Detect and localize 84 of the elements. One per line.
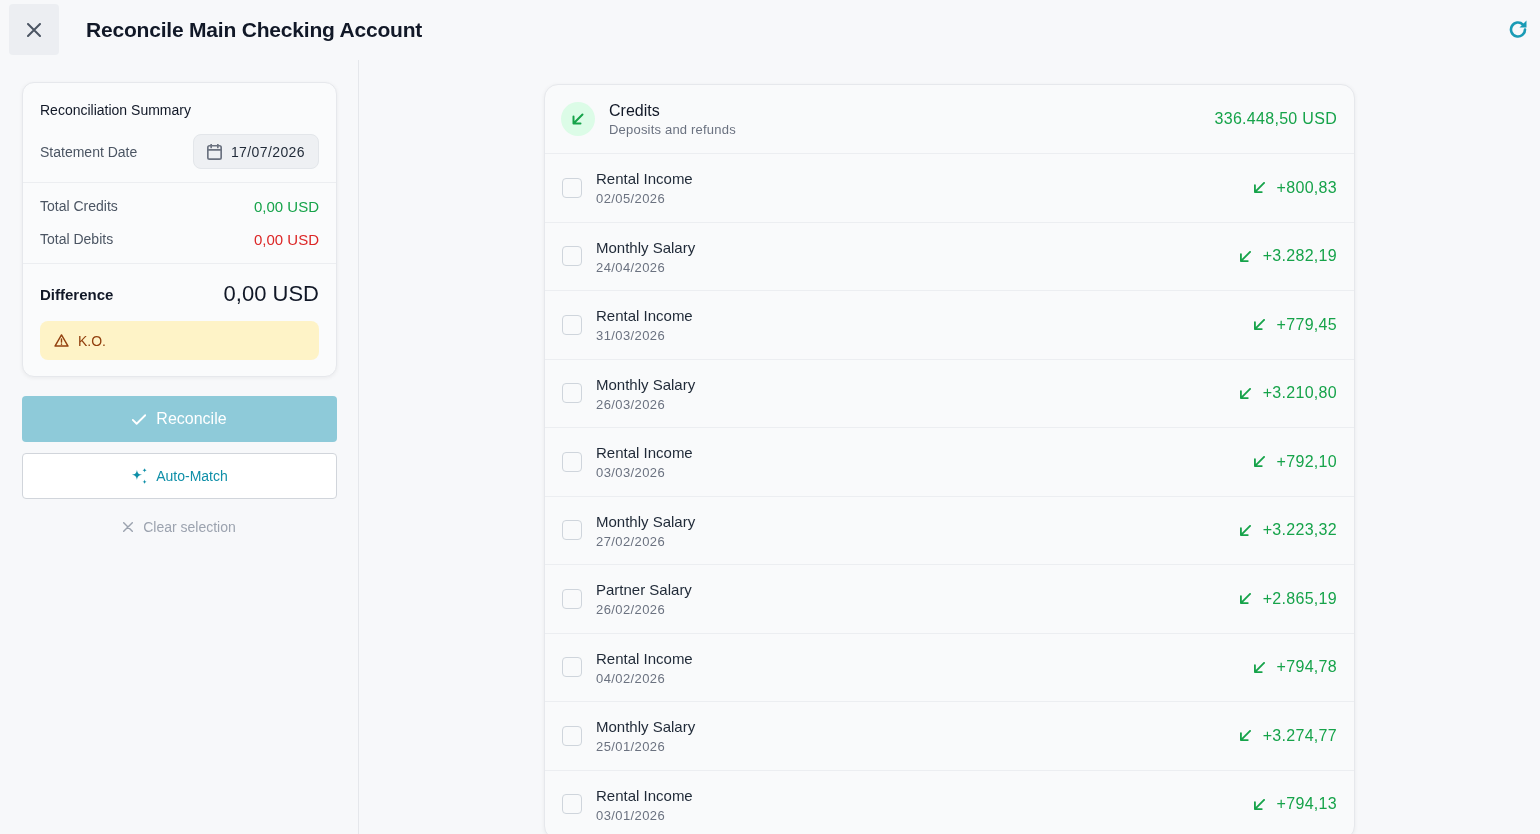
sparkles-icon bbox=[131, 467, 149, 485]
total-label: Total Credits bbox=[40, 198, 118, 214]
transaction-name: Monthly Salary bbox=[596, 717, 697, 737]
transaction-date: 26/03/2026 bbox=[596, 396, 667, 412]
arrow-down-left-icon bbox=[1253, 798, 1265, 810]
transaction-name: Rental Income bbox=[596, 306, 694, 326]
page-title: Reconcile Main Checking Account bbox=[86, 18, 424, 42]
transaction-amount: +3.282,19 bbox=[1262, 247, 1337, 266]
transaction-name: Monthly Salary bbox=[596, 374, 697, 394]
transaction-row[interactable]: Rental Income 03/01/2026 +794,13 bbox=[545, 770, 1354, 834]
transaction-date: 25/01/2026 bbox=[596, 739, 667, 755]
summary-title: Reconciliation Summary bbox=[40, 101, 192, 120]
checkbox[interactable] bbox=[562, 246, 582, 267]
arrow-down-left-icon bbox=[1239, 524, 1251, 536]
transaction-row[interactable]: Monthly Salary 26/03/2026 +3.210,80 bbox=[545, 359, 1354, 428]
arrow-down-left-icon bbox=[1253, 456, 1265, 468]
checkbox[interactable] bbox=[562, 383, 582, 404]
transaction-amount: +3.223,32 bbox=[1262, 521, 1337, 540]
difference-label: Difference bbox=[40, 285, 114, 303]
transaction-name: Monthly Salary bbox=[596, 237, 697, 257]
transaction-amount: +2.865,19 bbox=[1262, 589, 1337, 608]
transaction-row[interactable]: Rental Income 02/05/2026 +800,83 bbox=[545, 154, 1354, 223]
checkbox[interactable] bbox=[562, 451, 582, 472]
transaction-amount: +794,13 bbox=[1276, 795, 1337, 814]
refresh-icon[interactable] bbox=[1508, 19, 1528, 39]
checkbox[interactable] bbox=[562, 588, 582, 609]
transaction-name: Monthly Salary bbox=[596, 511, 697, 531]
statement-date-label: Statement Date bbox=[40, 143, 138, 160]
transaction-row[interactable]: Monthly Salary 24/04/2026 +3.282,19 bbox=[545, 222, 1354, 291]
transaction-name: Rental Income bbox=[596, 648, 694, 668]
transaction-date: 03/03/2026 bbox=[596, 465, 667, 481]
transaction-date: 04/02/2026 bbox=[596, 670, 667, 686]
date-picker-button[interactable]: 17/07/2026 bbox=[192, 134, 319, 169]
transaction-row[interactable]: Rental Income 03/03/2026 +792,10 bbox=[545, 428, 1354, 497]
status-text: K.O. bbox=[78, 332, 106, 349]
transaction-amount: +794,78 bbox=[1276, 658, 1337, 677]
difference-value: 0,00 USD bbox=[223, 280, 319, 308]
total-value: 0,00 USD bbox=[253, 230, 319, 248]
close-icon bbox=[27, 22, 41, 37]
checkbox[interactable] bbox=[562, 177, 582, 198]
arrow-down-left-icon bbox=[1239, 730, 1251, 742]
transaction-row[interactable]: Rental Income 31/03/2026 +779,45 bbox=[545, 291, 1354, 360]
arrow-down-left-icon bbox=[561, 102, 595, 136]
transaction-name: Rental Income bbox=[596, 443, 694, 463]
transaction-amount: +792,10 bbox=[1276, 452, 1337, 471]
transaction-name: Rental Income bbox=[596, 169, 694, 189]
checkbox[interactable] bbox=[562, 794, 582, 815]
close-icon bbox=[123, 522, 134, 532]
arrow-down-left-icon bbox=[1253, 182, 1265, 194]
transaction-date: 31/03/2026 bbox=[596, 328, 667, 344]
section-title: Credits bbox=[609, 101, 661, 121]
arrow-down-left-icon bbox=[1239, 387, 1251, 399]
arrow-down-left-icon bbox=[1239, 250, 1251, 262]
close-button[interactable] bbox=[9, 4, 59, 55]
transaction-amount: +3.274,77 bbox=[1262, 726, 1337, 745]
arrow-down-left-icon bbox=[1253, 661, 1265, 673]
transaction-row[interactable]: Monthly Salary 25/01/2026 +3.274,77 bbox=[545, 702, 1354, 771]
section-subtitle: Deposits and refunds bbox=[609, 122, 737, 137]
arrow-down-left-icon bbox=[1253, 319, 1265, 331]
auto-match-button[interactable]: Auto-Match bbox=[22, 453, 337, 499]
transaction-date: 27/02/2026 bbox=[596, 533, 667, 549]
transaction-row[interactable]: Rental Income 04/02/2026 +794,78 bbox=[545, 633, 1354, 702]
transaction-date: 26/02/2026 bbox=[596, 602, 667, 618]
transaction-row[interactable]: Partner Salary 26/02/2026 +2.865,19 bbox=[545, 565, 1354, 634]
calendar-icon bbox=[206, 143, 222, 160]
transaction-name: Partner Salary bbox=[596, 580, 693, 600]
section-total: 336.448,50 USD bbox=[1214, 110, 1337, 128]
transaction-amount: +779,45 bbox=[1276, 315, 1337, 334]
arrow-down-left-icon bbox=[1239, 593, 1251, 605]
warning-icon bbox=[54, 334, 69, 347]
transaction-date: 03/01/2026 bbox=[596, 807, 667, 823]
check-icon bbox=[132, 413, 147, 425]
transaction-amount: +800,83 bbox=[1276, 178, 1337, 197]
total-label: Total Debits bbox=[40, 231, 114, 247]
checkbox[interactable] bbox=[562, 520, 582, 541]
checkbox[interactable] bbox=[562, 725, 582, 746]
transaction-amount: +3.210,80 bbox=[1262, 384, 1337, 403]
transaction-row[interactable]: Monthly Salary 27/02/2026 +3.223,32 bbox=[545, 496, 1354, 565]
transaction-date: 02/05/2026 bbox=[596, 191, 667, 207]
transaction-name: Rental Income bbox=[596, 785, 694, 805]
checkbox[interactable] bbox=[562, 314, 582, 335]
transaction-date: 24/04/2026 bbox=[596, 259, 667, 275]
checkbox[interactable] bbox=[562, 657, 582, 678]
total-value: 0,00 USD bbox=[253, 197, 319, 215]
